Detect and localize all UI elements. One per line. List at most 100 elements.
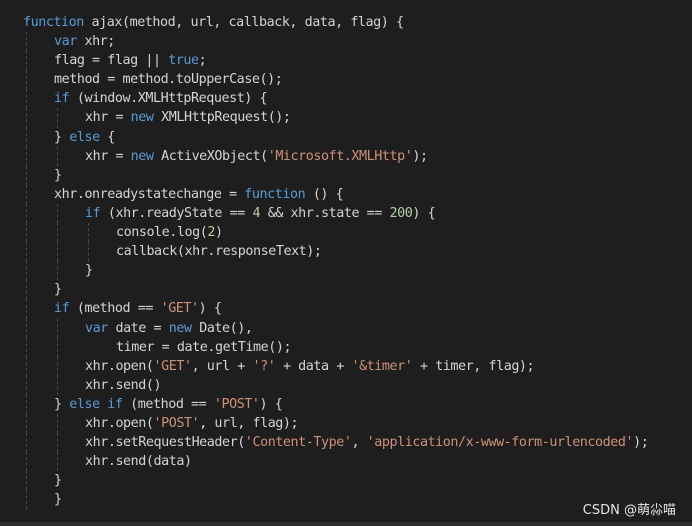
code-text: flag = flag || true; (54, 51, 207, 70)
code-line[interactable]: xhr.setRequestHeader('Content-Type', 'ap… (0, 433, 692, 453)
code-token: xhr = (85, 110, 131, 126)
code-text: if (window.XMLHttpRequest) { (54, 89, 268, 108)
code-line[interactable]: xhr.open('GET', url + '?' + data + '&tim… (0, 356, 692, 376)
code-token: xhr.setRequestHeader( (85, 435, 245, 451)
indent-guide (26, 318, 27, 338)
indent-guide (26, 433, 27, 453)
code-line[interactable]: xhr.send(data) (0, 452, 692, 472)
code-token: if (54, 91, 70, 107)
code-token: xhr = (85, 148, 131, 164)
code-line[interactable]: callback(xhr.responseText); (0, 242, 692, 262)
code-text: xhr.setRequestHeader('Content-Type', 'ap… (85, 433, 649, 452)
code-line[interactable]: xhr = new ActiveXObject('Microsoft.XMLHt… (0, 146, 692, 166)
indent-guide (26, 184, 27, 204)
code-token: '?' (252, 358, 276, 374)
code-token: } (85, 263, 93, 279)
indent-guide (57, 261, 58, 281)
horizontal-scrollbar-track[interactable] (0, 522, 692, 526)
code-text: method = method.toUpperCase(); (54, 70, 283, 89)
code-line[interactable]: var date = new Date(), (0, 318, 692, 338)
code-token: ) { (198, 301, 222, 317)
indent-guide (88, 242, 89, 262)
indent-guide (26, 242, 27, 262)
code-token: ajax(method, url, callback, data, flag) … (83, 15, 405, 30)
code-line[interactable]: console.log(2) (0, 223, 692, 243)
code-line[interactable]: function ajax(method, url, callback, dat… (0, 13, 692, 32)
indent-guide (26, 261, 27, 281)
code-line[interactable]: method = method.toUpperCase(); (0, 70, 692, 90)
indent-guide (57, 318, 58, 338)
code-token: 4 (252, 205, 261, 221)
code-token: ; (198, 53, 207, 69)
code-line[interactable]: xhr.onreadystatechange = function () { (0, 184, 692, 204)
indent-guide (26, 337, 27, 357)
indent-guide (57, 108, 58, 128)
code-line[interactable]: if (xhr.readyState == 4 && xhr.state == … (0, 203, 692, 224)
code-line[interactable]: } (0, 165, 692, 185)
code-token: Date(), (191, 320, 253, 336)
code-line[interactable]: xhr.open('POST', url, flag); (0, 413, 692, 434)
code-token: callback(xhr.responseText); (116, 244, 322, 260)
code-token: ) (214, 225, 223, 241)
code-text: timer = date.getTime(); (116, 338, 292, 357)
code-line[interactable]: flag = flag || true; (0, 51, 692, 71)
code-text: } (85, 261, 93, 280)
code-token: xhr.open( (85, 358, 154, 374)
code-token: 200 (389, 205, 413, 221)
code-token: } (54, 129, 70, 145)
code-line[interactable]: } else if (method == 'POST') { (0, 394, 692, 414)
code-text: } (54, 166, 62, 185)
code-line[interactable]: var xhr; (0, 32, 692, 52)
code-token: if (54, 301, 70, 317)
code-token: '&timer' (351, 358, 413, 374)
code-token: (method == (69, 301, 161, 317)
code-token: ) { (259, 396, 283, 412)
code-text: } (54, 471, 62, 490)
code-token: (method == (122, 396, 214, 412)
code-line[interactable]: if (method == 'GET') { (0, 299, 692, 319)
code-token: () { (305, 186, 344, 202)
code-line[interactable]: } else { (0, 127, 692, 147)
code-line[interactable]: } (0, 471, 692, 491)
code-line[interactable]: xhr.send() (0, 375, 692, 395)
indent-guide (26, 70, 27, 90)
code-line[interactable]: } (0, 280, 692, 300)
code-line[interactable]: xhr = new XMLHttpRequest(); (0, 108, 692, 128)
code-area[interactable]: function ajax(method, url, callback, dat… (0, 13, 692, 510)
code-token: var (54, 34, 77, 50)
code-text: xhr = new ActiveXObject('Microsoft.XMLHt… (85, 147, 428, 166)
code-token: else if (69, 396, 123, 412)
code-token: xhr.onreadystatechange = (54, 186, 245, 202)
code-text: function ajax(method, url, callback, dat… (23, 13, 404, 32)
watermark: CSDN @萌尛喵 (582, 503, 676, 518)
code-token: var (85, 320, 108, 336)
code-token: else (69, 129, 100, 145)
code-token: function (244, 186, 306, 202)
code-token: 'POST' (153, 415, 200, 431)
code-token: 'POST' (213, 396, 260, 412)
code-token: xhr.open( (85, 415, 154, 431)
code-line[interactable]: timer = date.getTime(); (0, 337, 692, 357)
code-token: } (54, 473, 62, 489)
code-token: function (23, 15, 84, 30)
code-token: && xhr.state == (260, 205, 390, 221)
code-token: console.log( (116, 225, 208, 241)
indent-guide (26, 356, 27, 376)
indent-guide (26, 32, 27, 52)
code-token: ); (412, 148, 428, 164)
indent-guide (26, 280, 27, 300)
code-line[interactable]: } (0, 261, 692, 281)
code-text: } (54, 280, 62, 299)
code-text: if (xhr.readyState == 4 && xhr.state == … (85, 204, 436, 223)
code-token: } (54, 396, 70, 412)
code-text: xhr.onreadystatechange = function () { (54, 185, 344, 204)
code-token: , url + (191, 358, 253, 374)
code-token: (xhr.readyState == (100, 205, 253, 221)
code-token: timer = date.getTime(); (116, 339, 292, 355)
code-token: , (351, 435, 367, 451)
code-editor[interactable]: function ajax(method, url, callback, dat… (0, 0, 692, 526)
code-token: xhr; (76, 34, 115, 50)
code-token: , url, flag); (199, 415, 299, 431)
code-line[interactable]: if (window.XMLHttpRequest) { (0, 89, 692, 109)
code-token: } (54, 282, 62, 298)
